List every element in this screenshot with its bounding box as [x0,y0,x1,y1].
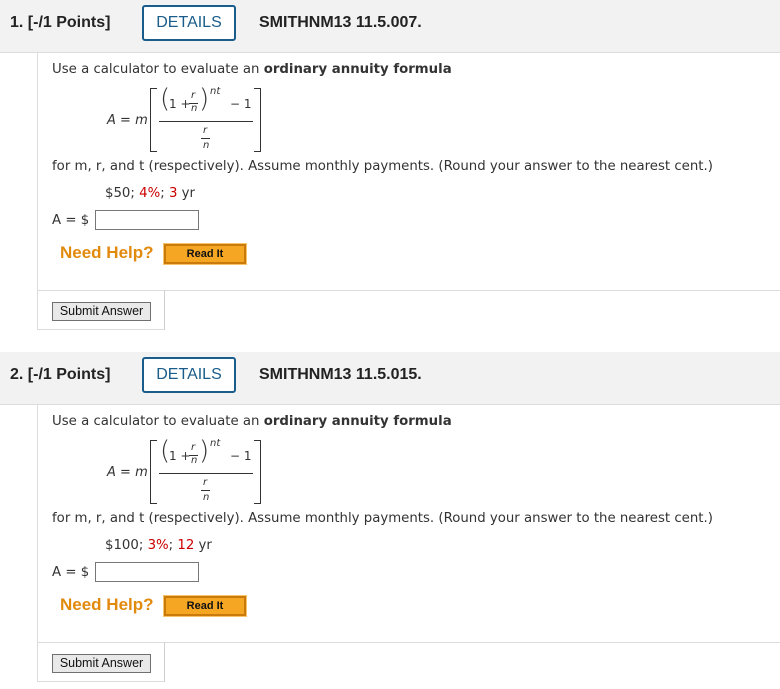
annuity-formula: A = m ( 1 + r n ) nt − 1 r n [107,436,307,510]
details-button[interactable]: DETAILS [142,5,236,41]
annuity-formula: A = m ( 1 + r n ) nt − 1 r n [107,84,307,158]
prompt-text: Use a calculator to evaluate an ordinary… [52,414,452,429]
answer-input[interactable] [95,210,199,230]
submit-answer-button[interactable]: Submit Answer [52,654,151,673]
formula-link-text: ordinary annuity formula [263,62,452,77]
prompt-text: Use a calculator to evaluate an ordinary… [52,62,452,77]
question-1-header: 1. [-/1 Points] DETAILS SMITHNM13 11.5.0… [0,0,780,53]
read-it-button[interactable]: Read It [163,243,247,265]
need-help-label: Need Help? [60,243,154,262]
details-button[interactable]: DETAILS [142,357,236,393]
need-help-label: Need Help? [60,595,154,614]
answer-input[interactable] [95,562,199,582]
question-number: 2. [-/1 Points] [10,366,111,383]
submit-area: Submit Answer [37,642,165,682]
submit-answer-button[interactable]: Submit Answer [52,302,151,321]
answer-label: A = $ [52,565,90,580]
question-id: SMITHNM13 11.5.015. [259,366,422,383]
question-2-body: Use a calculator to evaluate an ordinary… [37,405,780,689]
question-id: SMITHNM13 11.5.007. [259,14,422,31]
read-it-button[interactable]: Read It [163,595,247,617]
question-1-body: Use a calculator to evaluate an ordinary… [37,53,780,333]
instructions-text: for m, r, and t (respectively). Assume m… [52,159,713,174]
answer-label: A = $ [52,213,90,228]
submit-area: Submit Answer [37,290,165,330]
instructions-text: for m, r, and t (respectively). Assume m… [52,511,713,526]
question-2-header: 2. [-/1 Points] DETAILS SMITHNM13 11.5.0… [0,352,780,405]
given-values: $50; 4%; 3 yr [105,186,195,201]
question-number: 1. [-/1 Points] [10,14,111,31]
given-values: $100; 3%; 12 yr [105,538,212,553]
formula-link-text: ordinary annuity formula [263,414,452,429]
